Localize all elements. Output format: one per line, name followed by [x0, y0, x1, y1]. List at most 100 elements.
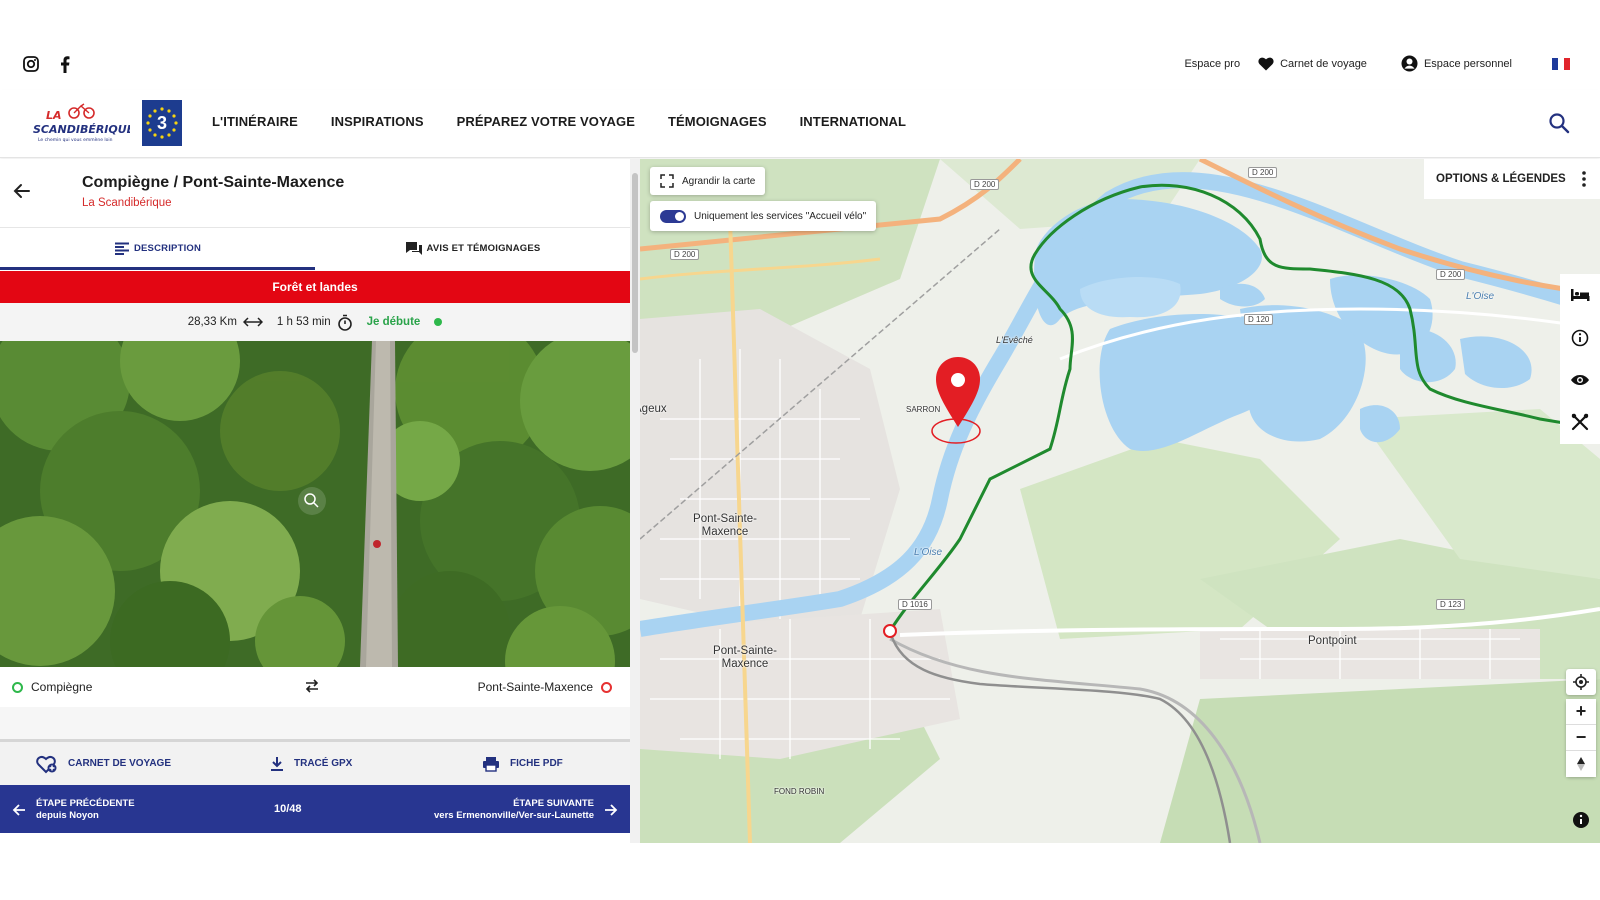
info-circle-icon[interactable]	[1571, 329, 1589, 347]
eurovelo-number: 3	[156, 112, 167, 133]
stage-navigation: ÉTAPE PRÉCÉDENTE depuis Noyon 10/48 ÉTAP…	[0, 785, 630, 833]
level-dot	[434, 318, 443, 326]
instagram-icon[interactable]	[22, 55, 40, 73]
tab-avis[interactable]: AVIS ET TÉMOIGNAGES	[315, 228, 630, 269]
level-value: Je débute	[366, 316, 421, 328]
duration-stat: 1 h 53 min	[277, 314, 353, 331]
gpx-button[interactable]: TRACÉ GPX	[270, 756, 352, 772]
expand-icon	[660, 174, 674, 188]
arrow-left-icon	[12, 804, 25, 816]
options-legendes-label: OPTIONS & LÉGENDES	[1436, 173, 1566, 185]
eye-icon[interactable]	[1570, 374, 1590, 386]
stage-photo[interactable]	[0, 341, 630, 667]
place-fond-robin: FOND ROBIN	[774, 787, 825, 796]
zoom-stack: + −	[1566, 699, 1596, 777]
road-tag-4: D 200	[670, 249, 700, 260]
distance-arrows-icon	[242, 317, 263, 327]
stage-pager: 10/48	[274, 803, 302, 815]
stage-title: Compiègne / Pont-Sainte-Maxence	[82, 174, 345, 191]
locate-icon[interactable]	[1566, 669, 1596, 695]
river-label-2: L'Oise	[914, 547, 943, 558]
scrollbar-thumb[interactable]	[632, 173, 638, 353]
tab-avis-label: AVIS ET TÉMOIGNAGES	[426, 243, 541, 254]
distance-stat: 28,33 Km	[188, 316, 263, 328]
compass-icon[interactable]	[1566, 751, 1596, 777]
previous-stage-label: ÉTAPE PRÉCÉDENTE	[36, 798, 135, 809]
terrain-banner: Forêt et landes	[0, 271, 630, 303]
nav-temoignages[interactable]: TÉMOIGNAGES	[668, 114, 767, 129]
swap-direction-icon[interactable]	[304, 678, 320, 696]
utility-bar: Espace pro Carnet de voyage Espace perso…	[0, 48, 1600, 82]
accueil-velo-filter[interactable]: Uniquement les services "Accueil vélo"	[650, 201, 877, 231]
printer-icon	[483, 756, 499, 772]
river-label-1: L'Oise	[1466, 291, 1495, 302]
map-canvas[interactable]	[640, 159, 1600, 843]
more-vertical-icon	[1582, 171, 1586, 187]
bed-icon[interactable]	[1570, 288, 1590, 302]
facebook-icon[interactable]	[56, 55, 74, 73]
end-point: Pont-Sainte-Maxence	[478, 680, 612, 694]
repair-tools-icon[interactable]	[1571, 413, 1589, 431]
place-pont-sainte-maxence-2: Pont-Sainte- Maxence	[713, 645, 777, 670]
espace-pro-link[interactable]: Espace pro	[1184, 58, 1240, 70]
next-stage-link[interactable]: ÉTAPE SUIVANTE vers Ermenonville/Ver-sur…	[434, 798, 618, 822]
nav-preparez[interactable]: PRÉPAREZ VOTRE VOYAGE	[457, 114, 635, 129]
place-pont-sainte-maxence-1: Pont-Sainte- Maxence	[693, 513, 757, 538]
user-icon	[1401, 55, 1418, 72]
place-pontpoint: Pontpoint	[1308, 635, 1357, 647]
carnet-label: Carnet de voyage	[1280, 57, 1367, 70]
place-sarron: SARRON	[906, 405, 941, 414]
previous-stage-place: depuis Noyon	[36, 810, 99, 821]
road-tag-5: D 1016	[898, 599, 932, 610]
nav-itineraire[interactable]: L'ITINÉRAIRE	[212, 114, 298, 129]
text-lines-icon	[114, 242, 129, 255]
stage-tabs: DESCRIPTION AVIS ET TÉMOIGNAGES	[0, 227, 630, 270]
svg-text:Le chemin qui vous emmène loin: Le chemin qui vous emmène loin	[38, 136, 113, 143]
options-legendes-button[interactable]: OPTIONS & LÉGENDES	[1424, 159, 1600, 199]
gpx-button-label: TRACÉ GPX	[294, 758, 353, 769]
espace-personnel-link[interactable]: Espace personnel	[1401, 55, 1512, 72]
pdf-button[interactable]: FICHE PDF	[482, 756, 563, 772]
heart-add-icon	[36, 755, 57, 773]
scandiberique-logo[interactable]: LA SCANDIBÉRIQUE Le chemin qui vous emmè…	[32, 102, 135, 144]
eurovelo-badge: 3	[142, 100, 182, 146]
route-map[interactable]: Ageux Pont-Sainte- Maxence Pont-Sainte- …	[640, 159, 1600, 843]
stage-panel: Compiègne / Pont-Sainte-Maxence La Scand…	[0, 159, 630, 843]
enlarge-map-button[interactable]: Agrandir la carte	[650, 167, 766, 195]
duration-value: 1 h 53 min	[276, 316, 331, 328]
start-point: Compiègne	[12, 680, 92, 694]
road-tag-2: D 200	[1248, 167, 1278, 178]
panel-scrollbar[interactable]	[630, 159, 640, 843]
arrow-right-icon	[605, 804, 618, 816]
page: Espace pro Carnet de voyage Espace perso…	[0, 0, 1600, 900]
comments-icon	[405, 242, 422, 255]
social-links	[22, 55, 74, 73]
zoom-controls: + −	[1566, 669, 1596, 777]
previous-stage-link[interactable]: ÉTAPE PRÉCÉDENTE depuis Noyon	[12, 798, 135, 822]
nav-inspirations[interactable]: INSPIRATIONS	[331, 114, 424, 129]
tab-description[interactable]: DESCRIPTION	[0, 228, 315, 270]
road-tag-1: D 200	[970, 179, 1000, 190]
search-icon[interactable]	[1548, 112, 1570, 134]
zoom-in-button[interactable]: +	[1566, 699, 1596, 725]
nav-international[interactable]: INTERNATIONAL	[800, 114, 907, 129]
back-arrow-icon[interactable]	[12, 181, 32, 201]
carnet-link[interactable]: Carnet de voyage	[1258, 57, 1367, 71]
heart-icon	[1258, 57, 1274, 70]
main-navigation: LA SCANDIBÉRIQUE Le chemin qui vous emmè…	[0, 90, 1600, 158]
map-attribution-info-icon[interactable]	[1572, 811, 1594, 833]
stage-stats: 28,33 Km 1 h 53 min Je débute	[0, 303, 630, 341]
distance-value: 28,33 Km	[187, 316, 237, 328]
french-flag-icon[interactable]	[1552, 57, 1570, 70]
panel-spacer	[0, 707, 630, 739]
accueil-velo-toggle[interactable]	[660, 209, 686, 223]
stage-route: Compiègne Pont-Sainte-Maxence	[0, 667, 630, 707]
zoom-out-button[interactable]: −	[1566, 725, 1596, 751]
level-stat: Je débute	[367, 316, 443, 328]
enlarge-map-label: Agrandir la carte	[682, 175, 756, 187]
carnet-button[interactable]: CARNET DE VOYAGE	[36, 754, 171, 774]
stage-subtitle[interactable]: La Scandibérique	[82, 197, 172, 209]
pdf-button-label: FICHE PDF	[510, 758, 563, 769]
end-marker-icon	[601, 681, 612, 693]
road-tag-7: D 120	[1244, 314, 1274, 325]
